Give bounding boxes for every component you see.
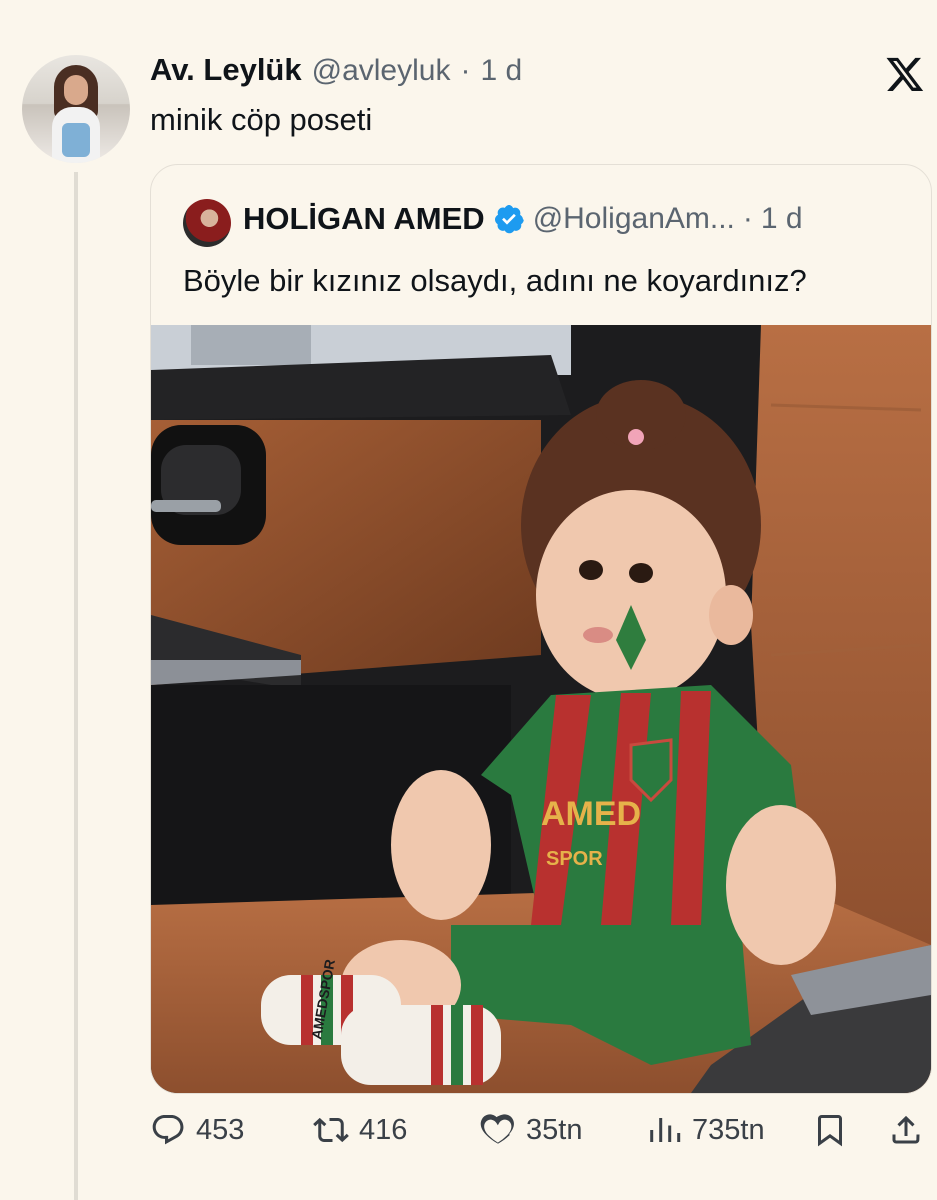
reply-icon [152,1115,184,1145]
author-name[interactable]: Av. Leylük [150,52,302,88]
repost-count: 416 [359,1113,408,1146]
like-count: 35tn [526,1113,583,1146]
repost-icon [313,1117,349,1143]
views-count: 735tn [692,1113,765,1146]
share-button[interactable] [888,1112,924,1148]
author-handle[interactable]: @avleyluk [312,54,451,88]
bookmark-icon [818,1115,842,1147]
quoted-tweet-photo[interactable]: AMED SPOR AMEDSPOR [151,325,931,1093]
quoted-tweet[interactable]: HOLİGAN AMED @HoliganAm... · 1 d Böyle b… [150,164,932,1094]
separator-dot: · [460,54,471,87]
quoted-separator-dot: · [742,202,753,235]
bookmark-button[interactable] [812,1112,848,1148]
tweet-actions-bar: 453 416 35tn 735tn [150,1112,930,1158]
repost-button[interactable]: 416 [313,1112,407,1148]
views-icon [650,1118,681,1142]
reply-button[interactable]: 453 [150,1112,244,1148]
verified-badge-icon [494,205,524,234]
quoted-tweet-header: HOLİGAN AMED @HoliganAm... · 1 d [243,201,803,237]
like-icon [480,1114,514,1144]
quoted-author-name[interactable]: HOLİGAN AMED [243,201,485,237]
jersey-text: AMED [541,795,641,833]
quoted-author-handle[interactable]: @HoliganAm... [533,202,735,236]
quoted-tweet-time[interactable]: 1 d [761,202,803,236]
author-avatar[interactable] [22,55,130,163]
tweet-time[interactable]: 1 d [480,54,522,88]
tweet-text: minik cöp poseti [150,102,373,137]
thread-line [74,172,78,1200]
reply-count: 453 [196,1113,245,1146]
quoted-tweet-text: Böyle bir kızınız olsaydı, adını ne koya… [183,263,807,298]
quoted-author-avatar[interactable] [183,199,231,247]
like-button[interactable]: 35tn [480,1112,582,1148]
share-icon [892,1115,920,1144]
views-button[interactable]: 735tn [646,1112,765,1148]
x-logo-icon[interactable] [884,54,926,94]
tweet-header: Av. Leylük @avleyluk · 1 d [150,52,522,92]
jersey-subtext: SPOR [546,848,603,870]
